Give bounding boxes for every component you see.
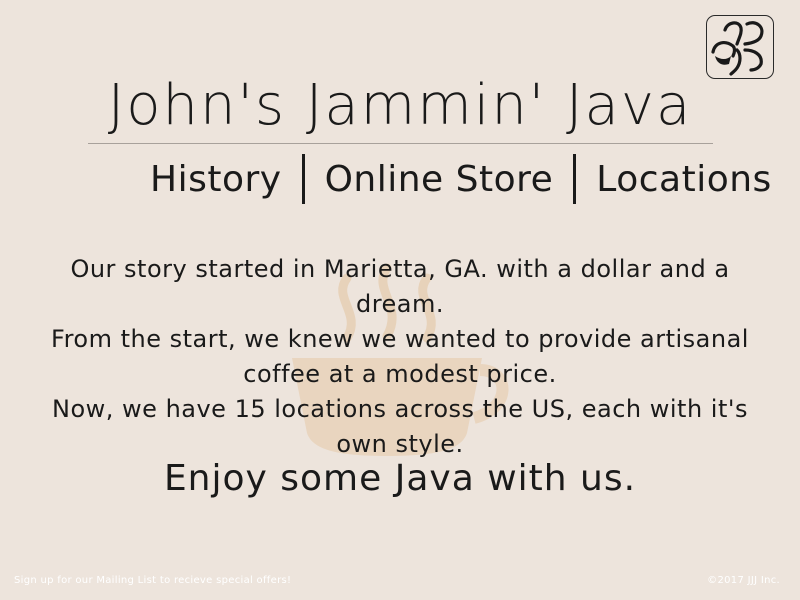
main-nav: History Online Store Locations (150, 152, 772, 206)
story-text: Our story started in Marietta, GA. with … (50, 252, 750, 462)
site-title: John's Jammin' Java (107, 73, 693, 138)
title-divider (88, 143, 713, 144)
page: John's Jammin' Java History Online Store… (0, 0, 800, 600)
mailing-list-link[interactable]: Sign up for our Mailing List to recieve … (14, 575, 291, 586)
story-line-3: Now, we have 15 locations across the US,… (52, 395, 748, 458)
nav-link-locations[interactable]: Locations (596, 159, 772, 200)
jjj-logo-icon[interactable] (706, 15, 774, 79)
nav-link-history[interactable]: History (150, 159, 282, 200)
nav-separator (573, 154, 577, 204)
nav-separator (301, 154, 305, 204)
story-line-1: Our story started in Marietta, GA. with … (70, 255, 730, 318)
nav-link-online-store[interactable]: Online Store (325, 159, 554, 200)
tagline: Enjoy some Java with us. (163, 458, 637, 499)
copyright-text: ©2017 JJJ Inc. (707, 575, 780, 586)
story-line-2: From the start, we knew we wanted to pro… (51, 325, 749, 388)
